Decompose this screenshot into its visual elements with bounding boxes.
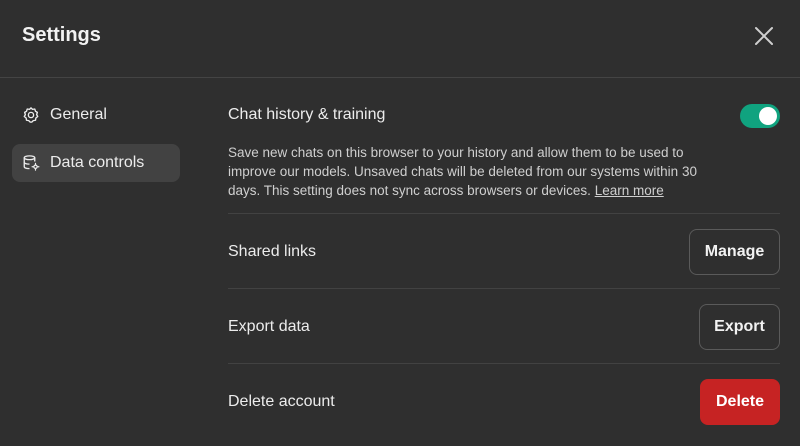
settings-dialog: Settings General Data controls Chat hist…: [0, 0, 800, 446]
database-settings-icon: [22, 154, 40, 172]
sidebar-item-label: Data controls: [50, 154, 145, 171]
close-button[interactable]: [750, 22, 778, 50]
sidebar-item-data-controls[interactable]: Data controls: [12, 144, 180, 182]
shared-links-row: Shared links Manage: [228, 214, 780, 289]
settings-sidebar: General Data controls: [12, 96, 180, 192]
delete-button[interactable]: Delete: [700, 379, 780, 425]
chat-history-toggle[interactable]: [740, 104, 780, 128]
dialog-title: Settings: [22, 24, 101, 46]
learn-more-link[interactable]: Learn more: [595, 183, 664, 198]
gear-icon: [22, 106, 40, 124]
delete-account-row: Delete account Delete: [228, 364, 780, 439]
sidebar-item-general[interactable]: General: [12, 96, 180, 134]
shared-links-title: Shared links: [228, 243, 317, 260]
toggle-knob: [759, 107, 777, 125]
chat-history-title: Chat history & training: [228, 106, 386, 123]
export-button[interactable]: Export: [699, 304, 780, 350]
data-controls-panel: Chat history & training Save new chats o…: [228, 78, 780, 439]
export-data-title: Export data: [228, 318, 310, 335]
export-data-row: Export data Export: [228, 289, 780, 364]
manage-button[interactable]: Manage: [689, 229, 780, 275]
delete-account-title: Delete account: [228, 393, 335, 410]
close-icon: [755, 27, 773, 45]
sidebar-item-label: General: [50, 106, 107, 123]
dialog-header: Settings: [0, 0, 800, 78]
chat-history-description: Save new chats on this browser to your h…: [228, 144, 718, 201]
chat-history-section: Chat history & training Save new chats o…: [228, 78, 780, 214]
